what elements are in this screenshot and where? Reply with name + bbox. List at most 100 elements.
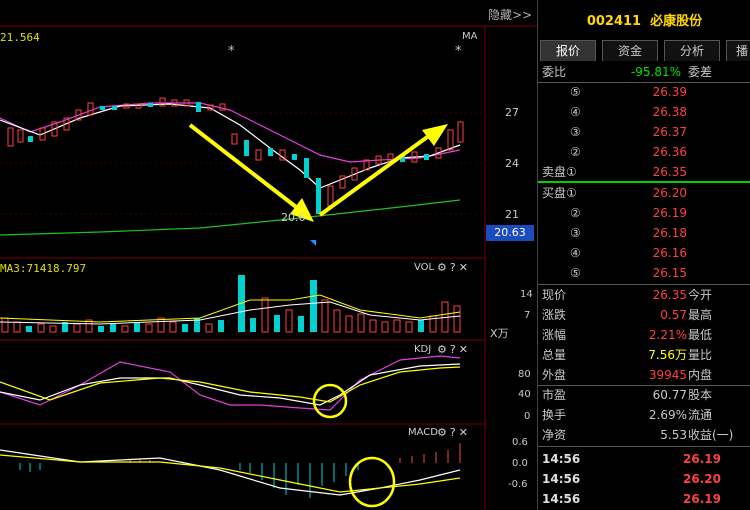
price-tick: 24 — [505, 157, 519, 170]
star-marker: * — [228, 44, 235, 59]
stat-label: 外盘 — [542, 368, 567, 382]
stat-label: 总量 — [542, 348, 567, 362]
price-tick: 27 — [505, 106, 519, 119]
stat-row-pe: 市盈 60.77 股本 — [542, 385, 747, 405]
macd-toolbar: ⚙?✕ — [437, 426, 471, 439]
buy-price: 26.19 — [652, 206, 687, 220]
stat-row-price: 现价 26.35 今开 — [542, 285, 747, 305]
trade-row: 14:56 26.19 — [542, 450, 747, 468]
close-icon[interactable]: ✕ — [459, 261, 471, 274]
kdj-lines — [0, 355, 461, 419]
tab-more[interactable]: 播 — [726, 40, 750, 61]
trade-time: 14:56 — [542, 452, 581, 466]
tab-analysis[interactable]: 分析 — [664, 40, 720, 61]
level-index: ⑤ — [570, 85, 581, 99]
kdj-tick: 0 — [524, 411, 531, 422]
gear-icon[interactable]: ⚙ — [437, 343, 450, 356]
current-price-label: 20.63 — [486, 225, 534, 241]
stat-label2: 内盘 — [688, 368, 713, 382]
stat-label: 换手 — [542, 408, 567, 422]
question-icon[interactable]: ? — [450, 426, 459, 439]
macd-histogram — [0, 443, 461, 508]
macd-tick: 0.0 — [512, 458, 528, 469]
stock-title: 002411 必康股份 — [538, 10, 750, 29]
buy-price: 26.15 — [652, 266, 687, 280]
ma-label: MA — [462, 31, 478, 42]
stat-row-outer: 外盘 39945 内盘 — [542, 365, 747, 385]
macd-label: MACD — [408, 427, 438, 438]
price-tick: 21 — [505, 208, 519, 221]
vol-unit: X万 — [490, 327, 509, 340]
kdj-label: KDJ — [414, 344, 432, 355]
weibi-value: -95.81% — [630, 65, 681, 79]
sell-level-3: ③ 26.37 — [542, 122, 747, 142]
stat-value: 0.57 — [660, 308, 687, 322]
sell-price: 26.38 — [652, 105, 687, 119]
level-index: ③ — [570, 226, 581, 240]
stat-value: 2.69% — [648, 408, 687, 422]
kdj-tick: 40 — [518, 389, 531, 400]
volume-bars — [0, 275, 461, 333]
vol-label: VOL — [414, 262, 435, 273]
stat-row-netasset: 净资 5.53 收益(一) — [542, 425, 747, 445]
trade-price: 26.19 — [683, 492, 721, 506]
stat-label2: 量比 — [688, 348, 713, 362]
kdj-tick: 80 — [518, 369, 531, 380]
sell-price: 26.35 — [652, 165, 687, 179]
stat-row-change: 涨跌 0.57 最高 — [542, 305, 747, 325]
close-icon[interactable]: ✕ — [459, 343, 471, 356]
tab-quote[interactable]: 报价 — [540, 40, 596, 61]
vol-tick: 14 — [520, 289, 533, 300]
sell-price: 26.36 — [652, 145, 687, 159]
buy-level-2: ② 26.19 — [542, 203, 747, 223]
gear-icon[interactable]: ⚙ — [437, 261, 450, 274]
stock-code: 002411 — [586, 14, 642, 29]
buy-level-3: ③ 26.18 — [542, 223, 747, 243]
ma-long-line — [0, 199, 461, 236]
buy-price: 26.20 — [652, 186, 687, 200]
stat-label: 涨幅 — [542, 328, 567, 342]
weibi-label: 委比 — [542, 65, 567, 79]
stat-label: 现价 — [542, 288, 567, 302]
level-index: ⑤ — [570, 266, 581, 280]
trade-price: 26.19 — [683, 452, 721, 466]
quote-panel: 002411 必康股份 报价 资金 分析 播 委比 -95.81% 委差 ⑤ 26… — [537, 0, 750, 510]
panel-tabs: 报价 资金 分析 播 — [540, 40, 750, 61]
vol-ma-value: MA3:71418.797 — [0, 262, 87, 275]
candles — [7, 97, 464, 214]
gear-icon[interactable]: ⚙ — [437, 426, 450, 439]
vol-toolbar: ⚙?✕ — [437, 261, 471, 274]
trade-time: 14:56 — [542, 472, 581, 486]
stat-label2: 今开 — [688, 288, 713, 302]
level-index: 买盘① — [542, 186, 577, 200]
level-index: ② — [570, 145, 581, 159]
chart-area[interactable]: 隐藏>> 21.564 MA * * 27 24 21 20.63 20.6 M… — [0, 0, 537, 510]
macd-tick: -0.6 — [508, 479, 528, 490]
question-icon[interactable]: ? — [450, 343, 459, 356]
stat-value: 5.53 — [660, 428, 687, 442]
buy-level-4: ④ 26.16 — [542, 243, 747, 263]
trade-row: 14:56 26.20 — [542, 470, 747, 488]
low-price-annotation: 20.6 — [281, 211, 306, 224]
stat-row-volume: 总量 7.56万 量比 — [542, 345, 747, 365]
stock-name: 必康股份 — [650, 14, 703, 29]
question-icon[interactable]: ? — [450, 261, 459, 274]
stat-value: 39945 — [648, 368, 687, 382]
close-icon[interactable]: ✕ — [459, 426, 471, 439]
sell-level-5: ⑤ 26.39 — [542, 82, 747, 102]
hide-button[interactable]: 隐藏>> — [488, 6, 532, 23]
stat-label2: 流通 — [688, 408, 713, 422]
sell-level-4: ④ 26.38 — [542, 102, 747, 122]
level-index: 卖盘① — [542, 165, 577, 179]
trade-time: 14:56 — [542, 492, 581, 506]
stat-value: 26.35 — [652, 288, 687, 302]
buy-price: 26.16 — [652, 246, 687, 260]
stat-label2: 股本 — [688, 388, 713, 402]
kdj-toolbar: ⚙?✕ — [437, 343, 471, 356]
weibi-row: 委比 -95.81% 委差 — [542, 62, 747, 82]
trade-row: 14:56 26.19 — [542, 490, 747, 508]
macd-tick: 0.6 — [512, 437, 528, 448]
vol-tick: 7 — [524, 310, 531, 321]
stat-row-turnover: 换手 2.69% 流通 — [542, 405, 747, 425]
tab-funds[interactable]: 资金 — [602, 40, 658, 61]
